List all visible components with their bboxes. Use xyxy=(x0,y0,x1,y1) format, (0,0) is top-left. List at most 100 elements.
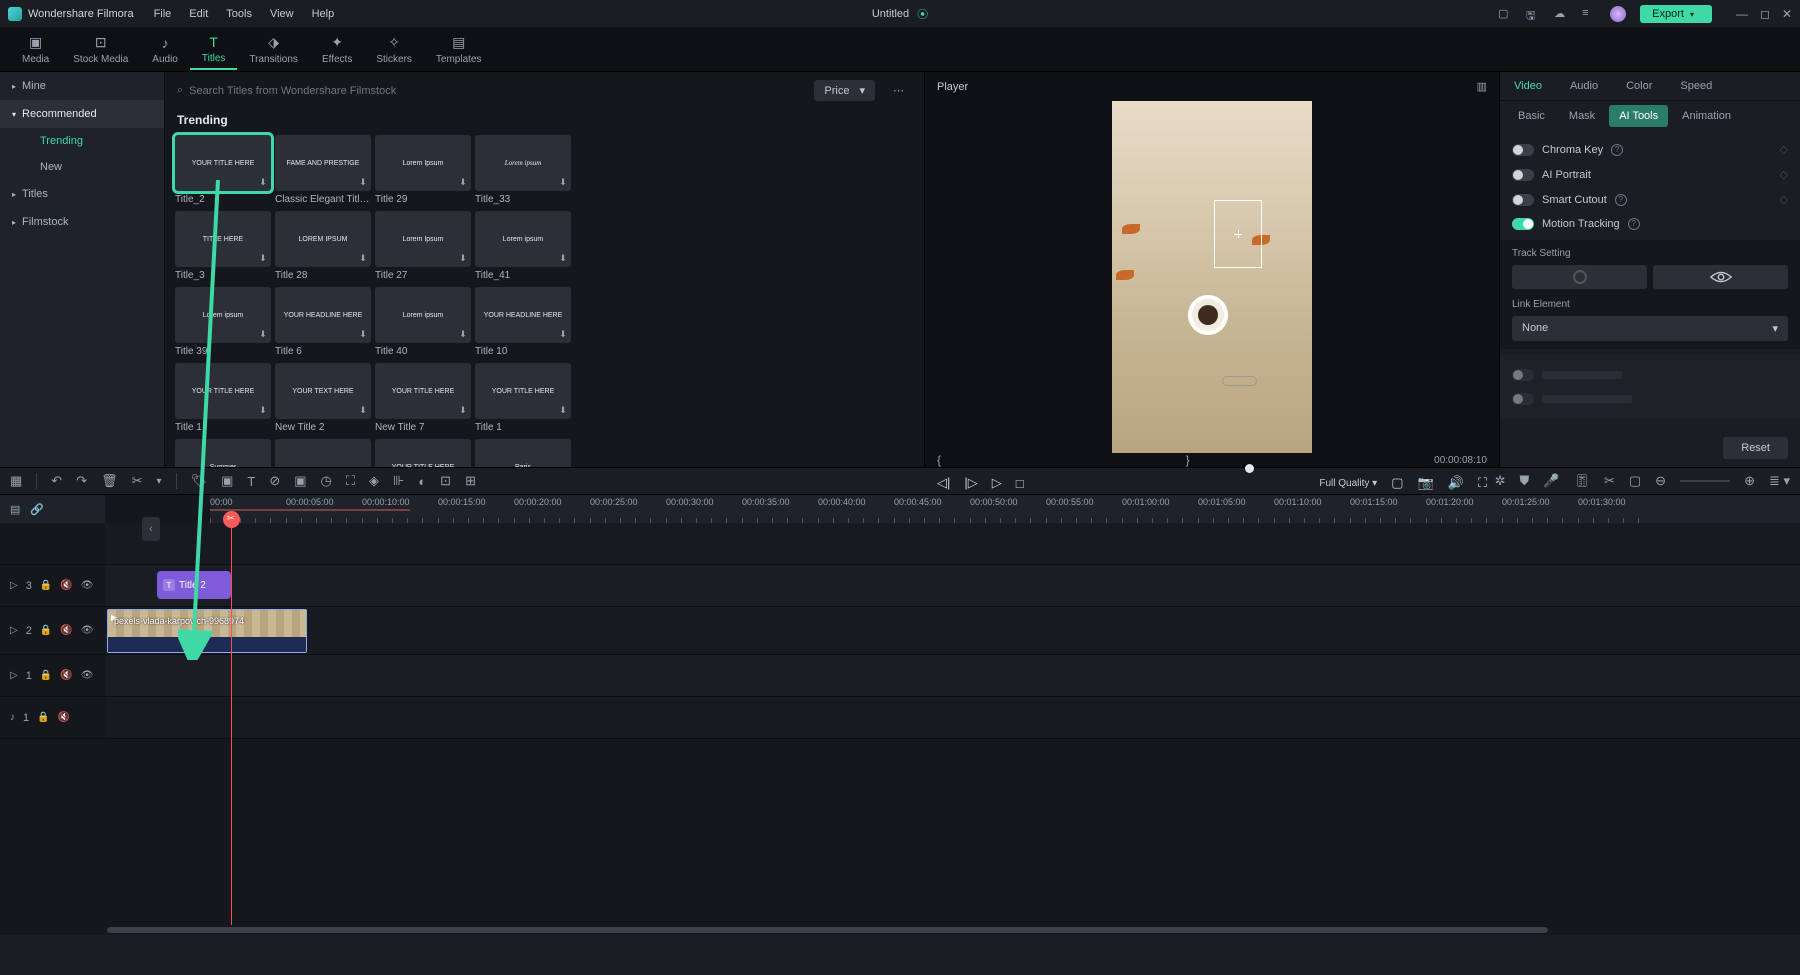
tab-titles[interactable]: TTitles xyxy=(190,30,238,70)
title-card[interactable]: Lorem ipsum⬇Title_33 xyxy=(475,135,571,205)
color-icon[interactable]: ◐ xyxy=(418,474,426,489)
tree-trending[interactable]: Trending xyxy=(0,128,164,154)
track-head-v1[interactable]: ▷1🔒🔇👁 xyxy=(0,655,105,697)
title-thumb[interactable]: Lorem ipsum⬇ xyxy=(475,135,571,191)
title-thumb[interactable]: Paris⬇ xyxy=(475,439,571,467)
title-card[interactable]: LOREM IPSUM⬇Title 28 xyxy=(275,211,371,281)
help-icon[interactable]: ? xyxy=(1628,218,1640,230)
download-icon[interactable]: ⬇ xyxy=(557,253,569,265)
insp-tab-speed[interactable]: Speed xyxy=(1666,72,1726,100)
download-icon[interactable]: ⬇ xyxy=(357,177,369,189)
search-input[interactable] xyxy=(189,85,469,97)
maximize-button[interactable]: ◻ xyxy=(1760,7,1770,21)
title-thumb[interactable]: YOUR HEADLINE HERE⬇ xyxy=(475,287,571,343)
time-ruler[interactable]: 00:0000:00:05:0000:00:10:0000:00:15:0000… xyxy=(210,495,1800,523)
quality-dropdown[interactable]: Full Quality ▾ xyxy=(1319,478,1377,489)
zoom-out-button[interactable]: ⊖ xyxy=(1655,473,1666,489)
tab-transitions[interactable]: ⬗Transitions xyxy=(237,30,310,69)
download-icon[interactable]: ⬇ xyxy=(257,329,269,341)
mic-icon[interactable]: 🎤 xyxy=(1543,473,1559,489)
zoom-in-button[interactable]: ⊕ xyxy=(1744,473,1755,489)
playhead[interactable]: ✂ xyxy=(231,523,232,925)
delete-button[interactable]: 🗑 xyxy=(101,473,118,489)
title-card[interactable]: YOUR HEADLINE HERE⬇Title 10 xyxy=(475,287,571,357)
tracks-body[interactable]: ✂ T Title 2 ▶ pexels-vlada-karpovich-996… xyxy=(105,523,1800,925)
hamburger-icon[interactable]: ≡ xyxy=(1582,7,1596,21)
portrait-toggle[interactable] xyxy=(1512,169,1534,181)
track-v1[interactable] xyxy=(105,655,1800,697)
player-viewport[interactable] xyxy=(925,101,1499,453)
mark-out-icon[interactable]: } xyxy=(1186,453,1190,467)
tag-icon[interactable]: 🏷 xyxy=(191,473,208,489)
title-thumb[interactable]: TITLE HERE⬇ xyxy=(175,211,271,267)
title-thumb[interactable]: Lorem ipsum⬇ xyxy=(375,287,471,343)
title-card[interactable]: YOUR TEXT HERE⬇New Title 2 xyxy=(275,363,371,433)
download-icon[interactable]: ⬇ xyxy=(457,253,469,265)
title-card[interactable]: FAME AND PRESTIGE⬇Classic Elegant Title … xyxy=(275,135,371,205)
collapse-tree-button[interactable]: ‹ xyxy=(142,517,160,541)
volume-icon[interactable]: 🔊 xyxy=(1448,475,1464,491)
record-icon[interactable]: ⊡ xyxy=(440,473,451,489)
subtab-mask[interactable]: Mask xyxy=(1559,105,1605,127)
title-thumb[interactable]: ⬇ xyxy=(275,439,371,467)
tree-filmstock[interactable]: ▸Filmstock xyxy=(0,208,164,236)
menu-view[interactable]: View xyxy=(270,8,294,20)
text-icon[interactable]: T xyxy=(247,474,255,489)
download-icon[interactable]: ⬇ xyxy=(457,329,469,341)
snapshot-frame-icon[interactable]: ▥ xyxy=(1477,80,1487,93)
step-fwd-button[interactable]: |▷ xyxy=(964,475,977,491)
subtab-animation[interactable]: Animation xyxy=(1672,105,1741,127)
auto-icon[interactable]: ✲ xyxy=(1495,473,1506,489)
title-thumb[interactable]: Lorem ipsum⬇ xyxy=(475,211,571,267)
download-icon[interactable]: ⬇ xyxy=(457,405,469,417)
reset-button[interactable]: Reset xyxy=(1723,437,1788,459)
title-card[interactable]: Paris⬇ xyxy=(475,439,571,467)
track-head-a1[interactable]: ♪1🔒🔇 xyxy=(0,697,105,739)
title-thumb[interactable]: LOREM IPSUM⬇ xyxy=(275,211,371,267)
title-thumb[interactable]: YOUR HEADLINE HERE⬇ xyxy=(275,287,371,343)
menu-help[interactable]: Help xyxy=(312,8,335,20)
align-icon[interactable]: ⊪ xyxy=(393,473,404,489)
download-icon[interactable]: ⬇ xyxy=(357,253,369,265)
title-card[interactable]: Lorem ipsum⬇Title 39 xyxy=(175,287,271,357)
download-icon[interactable]: ⬇ xyxy=(557,177,569,189)
link-tracks-icon[interactable]: 🔗 xyxy=(30,503,44,516)
download-icon[interactable]: ⬇ xyxy=(357,405,369,417)
insp-tab-color[interactable]: Color xyxy=(1612,72,1666,100)
step-back-button[interactable]: ◁| xyxy=(937,475,950,491)
track-v2[interactable]: ▶ pexels-vlada-karpovich-9968974 xyxy=(105,607,1800,655)
fullscreen-icon[interactable]: ⛶ xyxy=(1478,475,1487,491)
stop-button[interactable]: □ xyxy=(1016,476,1024,491)
title-card[interactable]: YOUR HEADLINE HERE⬇Title 6 xyxy=(275,287,371,357)
layout-icon[interactable]: ▢ xyxy=(1498,7,1512,21)
user-avatar[interactable] xyxy=(1610,6,1626,22)
tab-stickers[interactable]: ✧Stickers xyxy=(364,30,424,69)
tree-mine[interactable]: ▸Mine xyxy=(0,72,164,100)
title-card[interactable]: YOUR TITLE HERE⬇Title 1 xyxy=(475,363,571,433)
title-card[interactable]: TITLE HERE⬇Title_3 xyxy=(175,211,271,281)
title-card[interactable]: YOUR TITLE HERE⬇Title_2 xyxy=(175,135,271,205)
motion-track-box[interactable] xyxy=(1214,200,1262,268)
title-card[interactable]: Lorem Ipsum⬇Title 27 xyxy=(375,211,471,281)
tab-effects[interactable]: ✦Effects xyxy=(310,30,364,69)
tab-stock-media[interactable]: ⊡Stock Media xyxy=(61,30,140,69)
marker-icon[interactable]: ▢ xyxy=(1629,473,1641,489)
subtab-basic[interactable]: Basic xyxy=(1508,105,1555,127)
track-head-v2[interactable]: ▷2🔒🔇👁 xyxy=(0,607,105,655)
snap-icon[interactable]: ✂ xyxy=(1604,473,1615,489)
download-icon[interactable]: ⬇ xyxy=(557,405,569,417)
work-area[interactable] xyxy=(210,509,410,511)
download-icon[interactable]: ⬇ xyxy=(257,177,269,189)
subtab-ai-tools[interactable]: AI Tools xyxy=(1609,105,1668,127)
help-icon[interactable]: ? xyxy=(1615,194,1627,206)
download-icon[interactable]: ⬇ xyxy=(357,329,369,341)
title-card[interactable]: YOUR TITLE HERE⬇New Title 7 xyxy=(375,363,471,433)
sort-dropdown[interactable]: Price▾ xyxy=(814,80,875,101)
title-thumb[interactable]: Lorem ipsum⬇ xyxy=(175,287,271,343)
redo-button[interactable]: ↷ xyxy=(76,473,87,489)
link-element-dropdown[interactable]: None ▾ xyxy=(1512,316,1788,341)
track-preview-button[interactable] xyxy=(1653,265,1788,289)
title-card[interactable]: Summer⬇ xyxy=(175,439,271,467)
title-thumb[interactable]: Lorem Ipsum⬇ xyxy=(375,211,471,267)
title-thumb[interactable]: FAME AND PRESTIGE⬇ xyxy=(275,135,371,191)
